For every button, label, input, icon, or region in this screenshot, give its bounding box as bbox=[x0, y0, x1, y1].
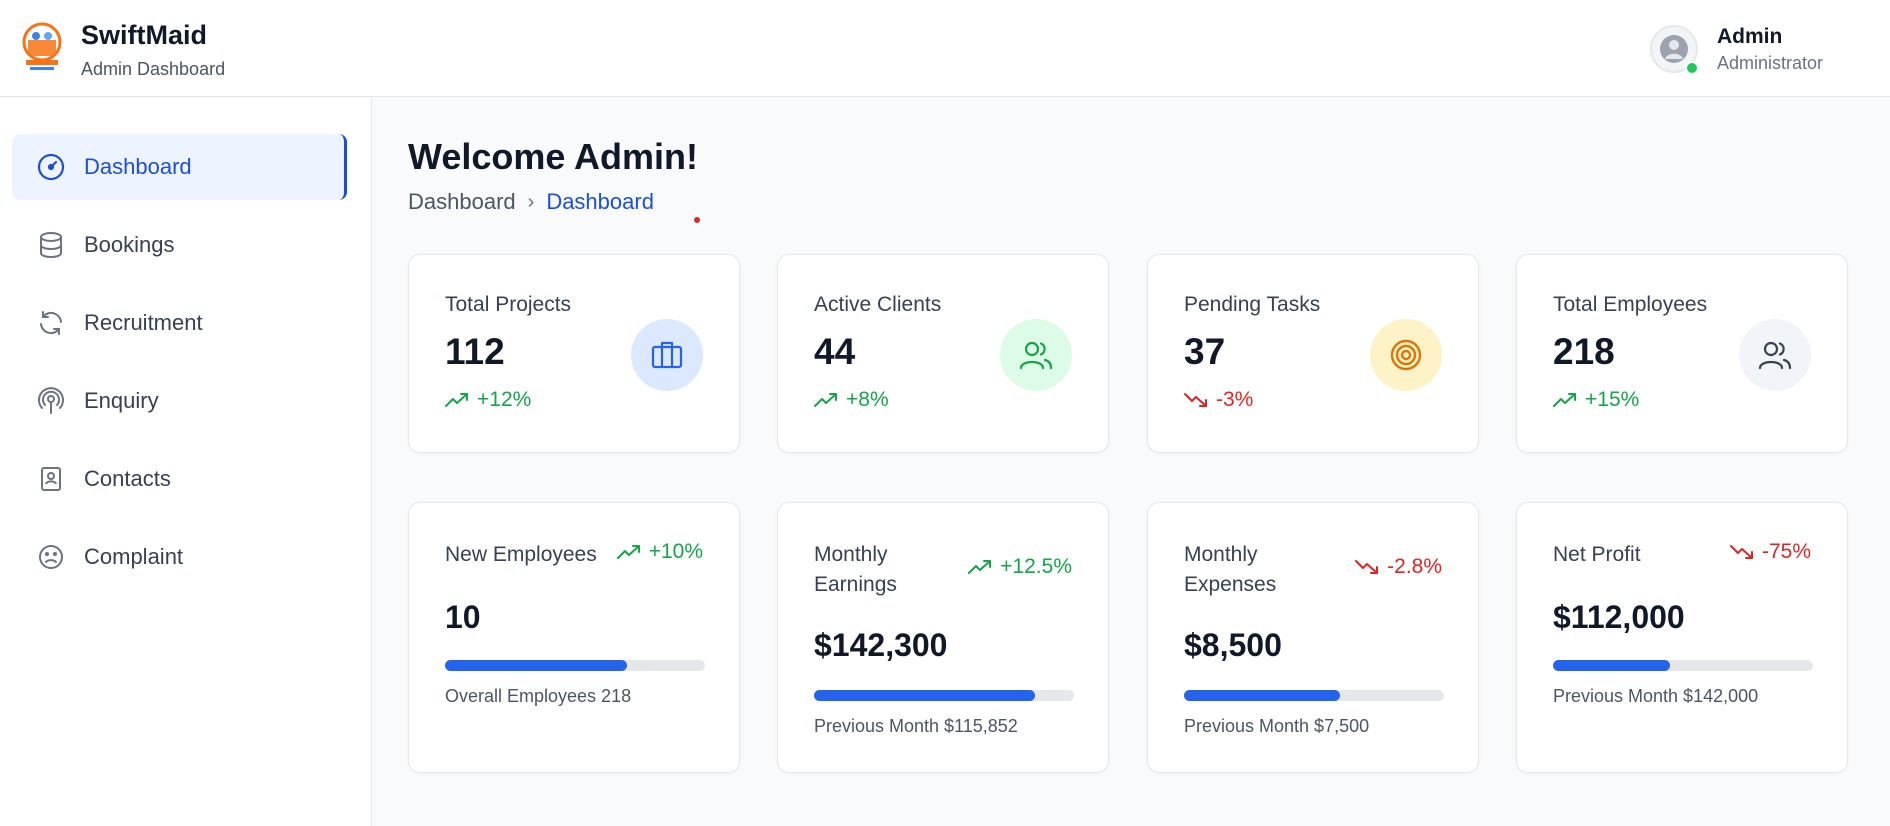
sidebar-item-label: Contacts bbox=[84, 466, 171, 491]
breadcrumb-current: Dashboard bbox=[546, 189, 654, 214]
stat-value: 218 bbox=[1553, 331, 1615, 372]
contact-book-icon bbox=[36, 464, 66, 494]
metric-value: $8,500 bbox=[1184, 627, 1282, 663]
breadcrumb-item[interactable]: Dashboard bbox=[408, 189, 516, 215]
trend-indicator: +12.5% bbox=[968, 555, 1072, 579]
metric-card-monthly-earnings: Monthly Earnings +12.5% $142,300 Previou… bbox=[777, 502, 1109, 773]
stat-card-total-employees: Total Employees 218 +15% bbox=[1516, 254, 1848, 453]
stat-title: Pending Tasks bbox=[1184, 293, 1321, 316]
metric-card-net-profit: Net Profit -75% $112,000 Previous Month … bbox=[1516, 502, 1848, 773]
metric-footer: Previous Month $142,000 bbox=[1553, 686, 1759, 706]
top-header: SwiftMaid Admin Dashboard Admin Administ… bbox=[0, 0, 1890, 97]
stat-value: 112 bbox=[445, 331, 505, 372]
trend-value: +8% bbox=[846, 388, 889, 411]
stat-card-pending-tasks: Pending Tasks 37 -3% bbox=[1147, 254, 1479, 453]
sidebar-item-label: Complaint bbox=[84, 544, 184, 569]
stat-title: Total Employees bbox=[1553, 293, 1708, 316]
broadcast-icon bbox=[36, 386, 66, 416]
swiftmaid-logo[interactable] bbox=[20, 22, 64, 74]
trend-value: +12% bbox=[477, 388, 532, 411]
trend-value: +12.5% bbox=[1000, 555, 1072, 578]
sad-face-icon bbox=[36, 542, 66, 572]
trend-up-icon bbox=[616, 545, 640, 559]
trend-up-icon bbox=[814, 393, 837, 407]
user-silhouette-icon bbox=[1660, 35, 1688, 63]
trend-indicator: +8% bbox=[814, 388, 889, 412]
briefcase-icon bbox=[631, 319, 703, 391]
progress-fill bbox=[814, 690, 1035, 701]
stat-card-active-clients: Active Clients 44 +8% bbox=[777, 254, 1109, 453]
progress-fill bbox=[1553, 660, 1670, 671]
sidebar-item-dashboard[interactable]: Dashboard bbox=[12, 134, 347, 200]
sidebar-item-enquiry[interactable]: Enquiry bbox=[12, 368, 347, 434]
user-name[interactable]: Admin bbox=[1717, 25, 1782, 49]
progress-bar bbox=[445, 660, 705, 671]
sidebar-item-label: Dashboard bbox=[84, 154, 192, 179]
cursor-dot bbox=[694, 217, 700, 223]
stat-value: 37 bbox=[1184, 331, 1226, 372]
trend-down-icon bbox=[1184, 393, 1207, 407]
trend-value: -75% bbox=[1761, 540, 1811, 563]
trend-up-icon bbox=[445, 393, 468, 407]
stat-value: 44 bbox=[814, 331, 856, 372]
database-icon bbox=[36, 230, 66, 260]
stat-title: Total Projects bbox=[445, 293, 572, 316]
progress-fill bbox=[445, 660, 627, 671]
breadcrumb: Dashboard › Dashboard bbox=[408, 189, 654, 215]
metric-title: Monthly Expenses bbox=[1184, 543, 1277, 596]
trend-value: +15% bbox=[1585, 388, 1640, 411]
trend-up-icon bbox=[968, 560, 992, 574]
metric-card-new-employees: New Employees +10% 10 Overall Employees … bbox=[408, 502, 740, 773]
sidebar-item-label: Bookings bbox=[84, 232, 175, 257]
stat-title: Active Clients bbox=[814, 293, 942, 316]
trend-indicator: +15% bbox=[1553, 388, 1639, 412]
progress-fill bbox=[1184, 690, 1340, 701]
page-title: Welcome Admin! bbox=[408, 136, 699, 177]
metric-title: Net Profit bbox=[1553, 543, 1641, 566]
metric-footer: Overall Employees 218 bbox=[445, 686, 632, 706]
sidebar-item-recruitment[interactable]: Recruitment bbox=[12, 290, 347, 356]
refresh-icon bbox=[36, 308, 66, 338]
sidebar-item-label: Recruitment bbox=[84, 310, 203, 335]
brand-name: SwiftMaid bbox=[81, 20, 207, 50]
sidebar-item-contacts[interactable]: Contacts bbox=[12, 446, 347, 512]
target-icon bbox=[1370, 319, 1442, 391]
sidebar-item-complaint[interactable]: Complaint bbox=[12, 524, 347, 590]
trend-indicator: +10% bbox=[616, 540, 703, 564]
trend-down-icon bbox=[1355, 560, 1379, 574]
trend-indicator: +12% bbox=[445, 388, 531, 412]
metric-footer: Previous Month $115,852 bbox=[814, 716, 1018, 736]
user-role: Administrator bbox=[1717, 53, 1824, 73]
trend-indicator: -3% bbox=[1184, 388, 1253, 412]
trend-value: -3% bbox=[1216, 388, 1254, 411]
metric-footer: Previous Month $7,500 bbox=[1184, 716, 1370, 736]
metric-value: $142,300 bbox=[814, 627, 948, 663]
progress-bar bbox=[1184, 690, 1444, 701]
progress-bar bbox=[814, 690, 1074, 701]
metric-title: Monthly Earnings bbox=[814, 543, 897, 596]
trend-value: -2.8% bbox=[1387, 555, 1442, 578]
trend-indicator: -75% bbox=[1729, 540, 1811, 564]
sidebar: Dashboard Bookings Recruitment Enquiry C… bbox=[0, 98, 372, 826]
metric-value: 10 bbox=[445, 599, 481, 635]
trend-indicator: -2.8% bbox=[1355, 555, 1442, 579]
sidebar-item-label: Enquiry bbox=[84, 388, 159, 413]
sidebar-item-bookings[interactable]: Bookings bbox=[12, 212, 347, 278]
brand-subtitle: Admin Dashboard bbox=[81, 59, 226, 79]
stat-card-total-projects: Total Projects 112 +12% bbox=[408, 254, 740, 453]
trend-down-icon bbox=[1729, 545, 1753, 559]
metric-card-monthly-expenses: Monthly Expenses -2.8% $8,500 Previous M… bbox=[1147, 502, 1479, 773]
users-icon bbox=[1000, 319, 1072, 391]
progress-bar bbox=[1553, 660, 1813, 671]
users-icon bbox=[1739, 319, 1811, 391]
trend-up-icon bbox=[1553, 393, 1576, 407]
online-status-indicator bbox=[1685, 61, 1699, 75]
metric-value: $112,000 bbox=[1553, 599, 1685, 635]
trend-value: +10% bbox=[648, 540, 703, 563]
metric-title: New Employees bbox=[445, 543, 597, 566]
gauge-icon bbox=[36, 152, 66, 182]
chevron-right-icon: › bbox=[527, 190, 535, 213]
